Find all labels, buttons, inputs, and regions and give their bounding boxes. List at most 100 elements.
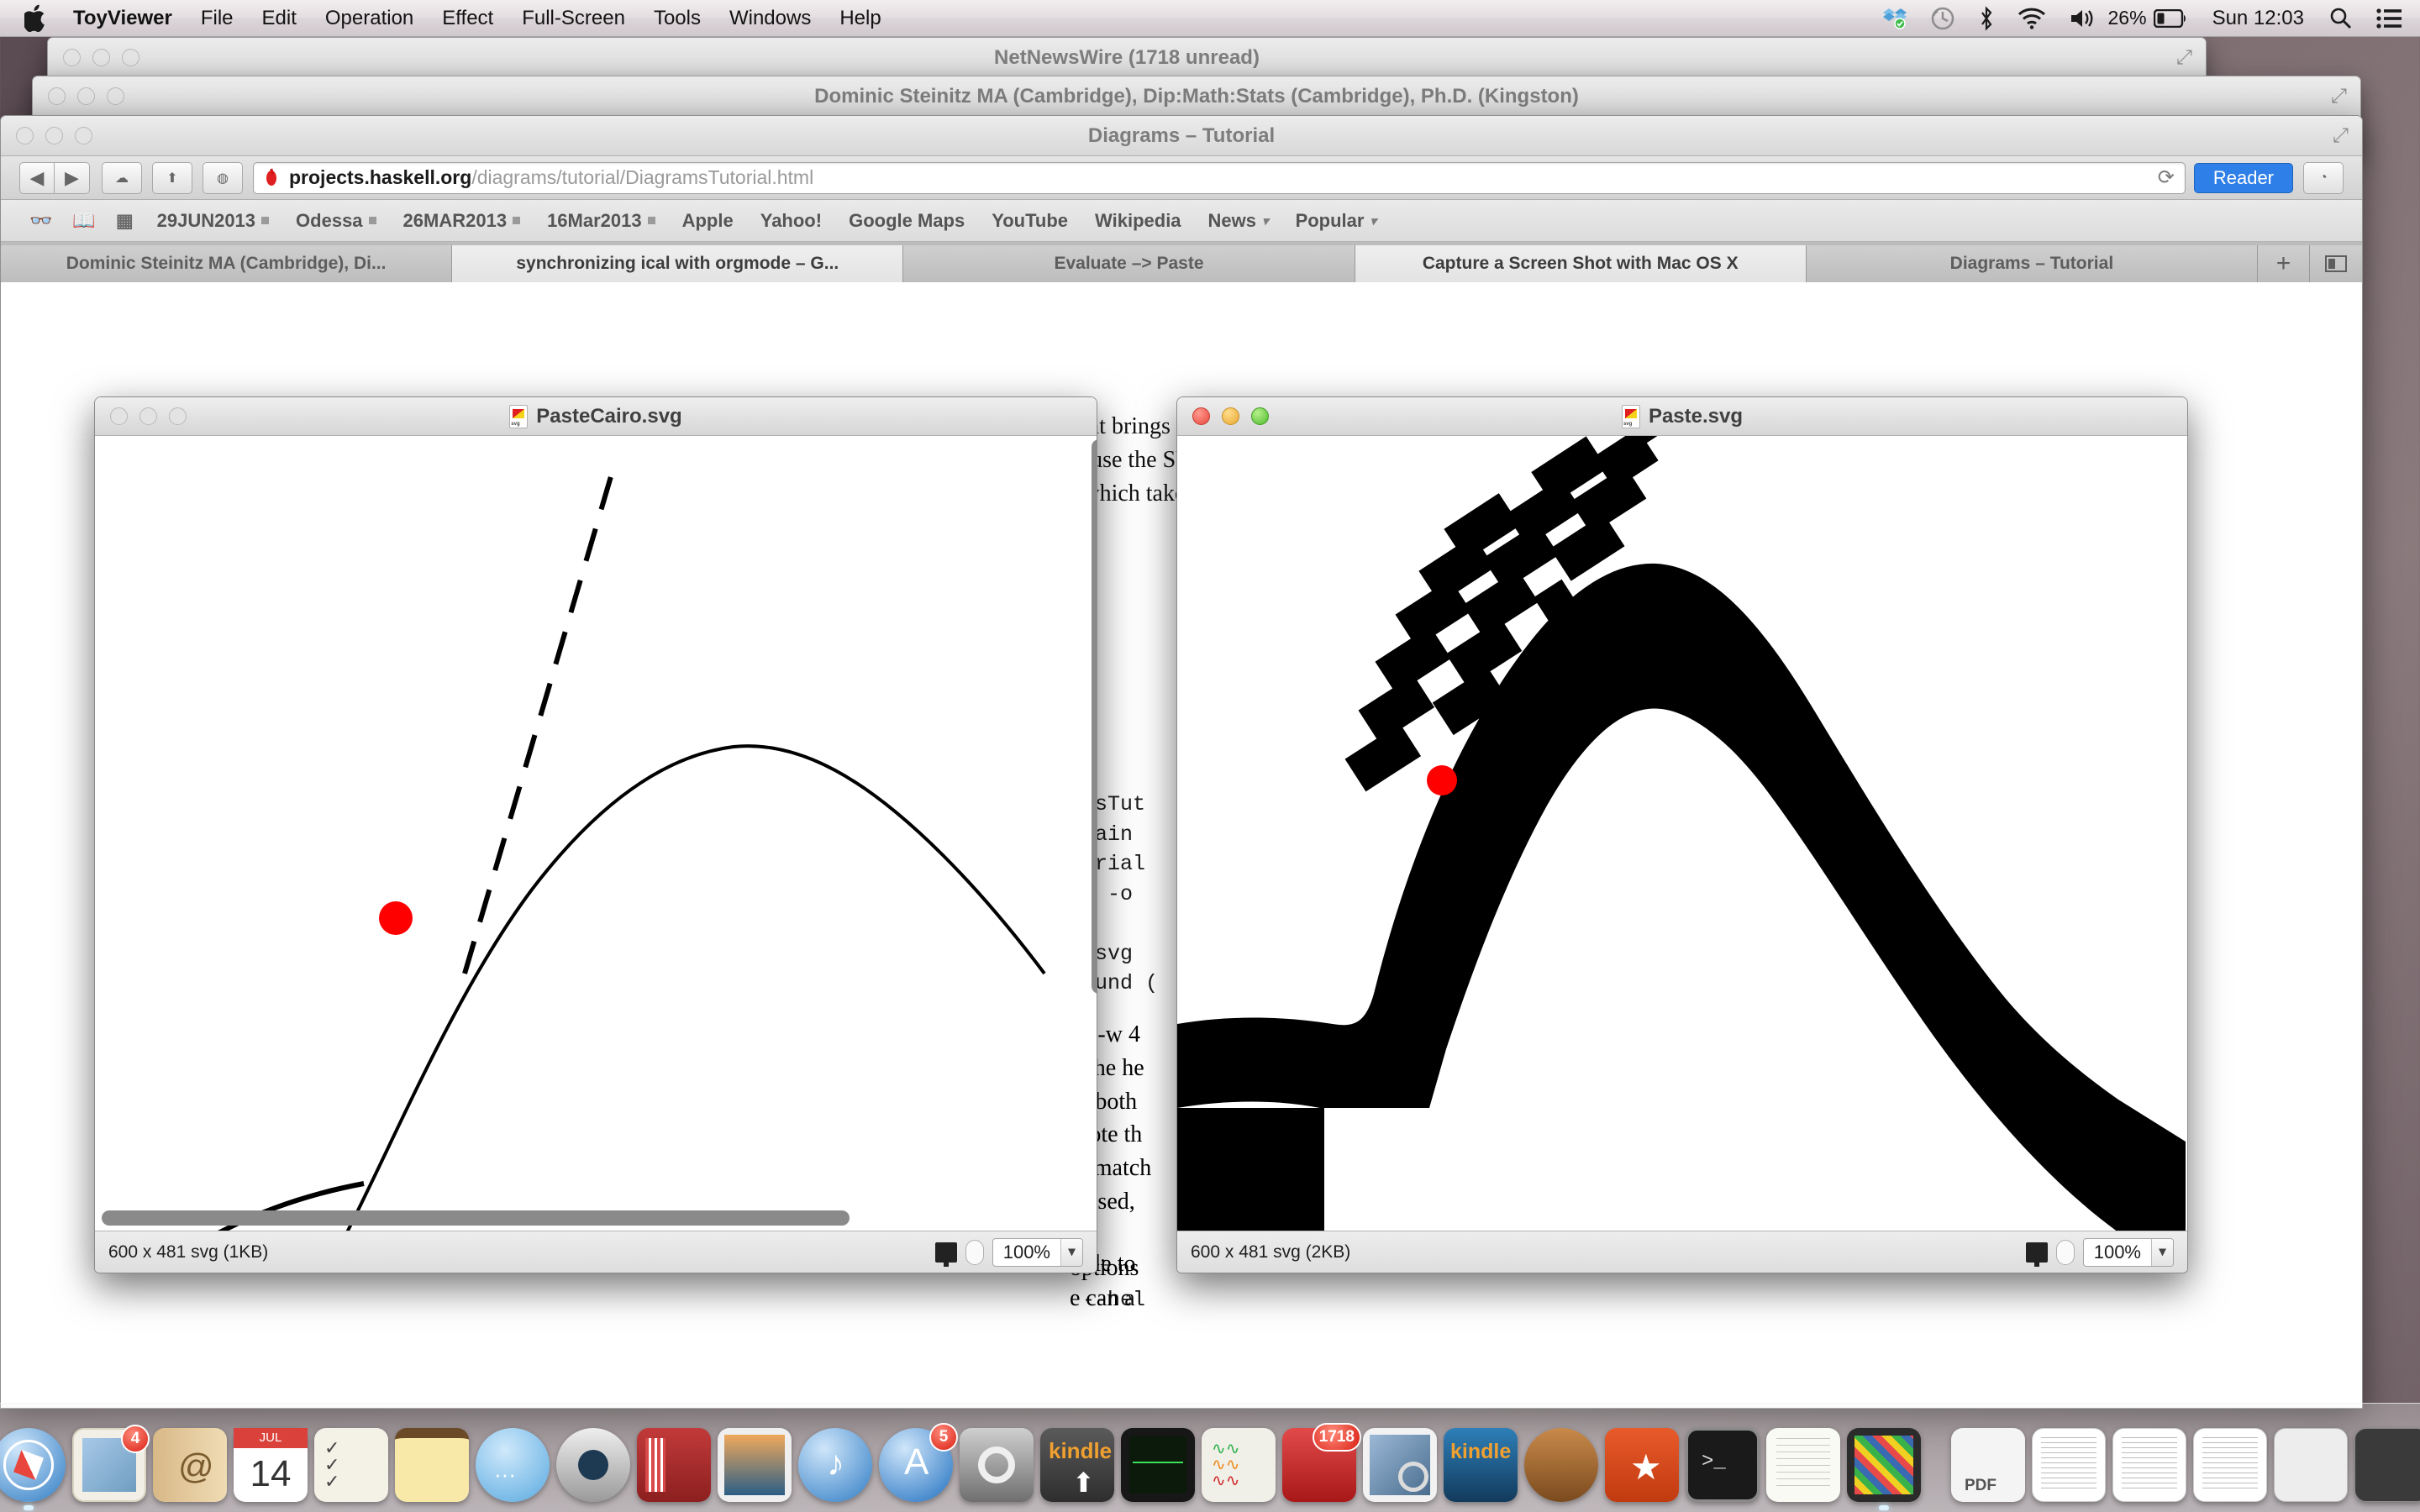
tab-diagrams-tutorial[interactable]: Diagrams – Tutorial: [1806, 245, 2259, 282]
dock[interactable]: 4 @ JUL 14 ✓ ✓ ✓ ··· ♪ A 5 kindle ⬆ ∿∿ ∿∿ ∿∿: [0, 1403, 2420, 1512]
dock-item-appstore[interactable]: A 5: [879, 1423, 958, 1502]
toyviewer-window-paste[interactable]: Paste.svg 600 x 481 svg (2KB): [1176, 396, 2188, 1273]
menu-bar-extras[interactable]: 26% Sun 12:03: [1871, 0, 2420, 37]
spotlight-search-icon[interactable]: [2317, 0, 2365, 37]
bookmark-item[interactable]: Apple: [669, 210, 747, 232]
bookmark-item[interactable]: Odessa: [282, 210, 390, 232]
dock-item-iphoto[interactable]: [718, 1428, 792, 1502]
bookmark-item[interactable]: Wikipedia: [1081, 210, 1195, 232]
dock-item-netnewswire[interactable]: 1718: [1282, 1423, 1361, 1502]
proof-toggle-icon[interactable]: [965, 1239, 984, 1265]
dock-minimized-window-2[interactable]: [2354, 1428, 2420, 1502]
dropbox-icon[interactable]: [1871, 0, 1918, 37]
zoom-controls[interactable]: 100% ▾: [934, 1237, 1083, 1267]
image-canvas-paste[interactable]: [1177, 436, 2187, 1231]
chevron-down-icon[interactable]: ▾: [2151, 1238, 2173, 1266]
dock-item-mail[interactable]: 4: [72, 1425, 150, 1502]
bookmark-item[interactable]: 26MAR2013: [390, 210, 534, 232]
close-button[interactable]: [63, 49, 81, 66]
bookmark-item[interactable]: Google Maps: [835, 210, 978, 232]
menu-full-screen[interactable]: Full-Screen: [508, 0, 639, 37]
bookmarks-book-icon[interactable]: 📖: [62, 210, 105, 232]
minimize-button[interactable]: [45, 127, 63, 144]
dock-item-reminders[interactable]: ✓ ✓ ✓: [314, 1428, 388, 1502]
dock-item-itunes[interactable]: ♪: [798, 1428, 872, 1502]
vertical-scrollbar[interactable]: [1092, 439, 1097, 994]
clock-label[interactable]: Sun 12:03: [2199, 7, 2317, 30]
dock-item-color-waves[interactable]: ∿∿ ∿∿ ∿∿: [1202, 1428, 1276, 1502]
bookmark-item[interactable]: YouTube: [978, 210, 1081, 232]
forward-arrow-icon[interactable]: ▶: [55, 161, 90, 194]
tab-evaluate-paste[interactable]: Evaluate –> Paste: [903, 245, 1355, 282]
minimize-button[interactable]: [92, 49, 110, 66]
zoom-select[interactable]: 100% ▾: [992, 1237, 1083, 1267]
menu-app-name[interactable]: ToyViewer: [59, 0, 187, 37]
titlebar[interactable]: Paste.svg: [1177, 397, 2187, 436]
dock-item-safari[interactable]: [0, 1428, 66, 1510]
dock-item-photobooth[interactable]: [637, 1428, 711, 1502]
proof-toggle-icon[interactable]: [2055, 1239, 2075, 1265]
safari-titlebar[interactable]: Diagrams – Tutorial ⤢: [1, 116, 2362, 156]
dock-item-preview[interactable]: [1363, 1428, 1437, 1502]
close-button[interactable]: [16, 127, 34, 144]
reload-icon[interactable]: ⟳: [2158, 165, 2175, 190]
wifi-icon[interactable]: [2006, 0, 2058, 37]
bookmark-item[interactable]: News ▾: [1195, 210, 1282, 232]
dock-stack-downloads[interactable]: PDF: [1951, 1428, 2025, 1502]
close-button[interactable]: [48, 87, 66, 105]
zoom-button[interactable]: [75, 127, 92, 144]
dock-item-calendar[interactable]: JUL 14: [234, 1428, 308, 1502]
titlebar[interactable]: NetNewsWire (1718 unread) ⤢: [48, 38, 2206, 78]
minimize-button[interactable]: [77, 87, 95, 105]
dock-item-toyviewer[interactable]: [1847, 1428, 1921, 1510]
dock-item-dash[interactable]: [1524, 1428, 1598, 1502]
time-machine-icon[interactable]: [1918, 0, 1967, 37]
window-controls[interactable]: [16, 127, 92, 144]
downloads-icon[interactable]: ◔: [2303, 161, 2344, 194]
menu-operation[interactable]: Operation: [311, 0, 428, 37]
bookmark-item[interactable]: 16Mar2013: [534, 210, 669, 232]
menu-windows[interactable]: Windows: [715, 0, 825, 37]
monitor-icon[interactable]: [2025, 1242, 2048, 1267]
titlebar[interactable]: PasteCairo.svg: [95, 397, 1097, 436]
dock-item-contacts[interactable]: @: [153, 1428, 227, 1502]
toyviewer-window-pastecairo[interactable]: PasteCairo.svg 600 x 481 svg (1KB) 100% …: [94, 396, 1097, 1273]
bookmarks-bar[interactable]: 👓 📖 ▦ 29JUN2013 Odessa 26MAR2013 16Mar20…: [1, 200, 2362, 242]
dock-item-activity-monitor[interactable]: [1121, 1428, 1195, 1502]
top-sites-grid-icon[interactable]: ▦: [106, 210, 144, 232]
bookmark-item[interactable]: 29JUN2013: [144, 210, 282, 232]
window-controls[interactable]: [48, 87, 124, 105]
zoom-select[interactable]: 100% ▾: [2082, 1237, 2174, 1267]
tab-bar[interactable]: Dominic Steinitz MA (Cambridge), Di... s…: [1, 242, 2362, 282]
dock-minimized-window-1[interactable]: [2274, 1428, 2348, 1502]
monitor-icon[interactable]: [934, 1242, 957, 1267]
menu-help[interactable]: Help: [825, 0, 895, 37]
dock-item-system-preferences[interactable]: [960, 1428, 1034, 1502]
chevron-down-icon[interactable]: ▾: [1060, 1238, 1082, 1266]
volume-icon[interactable]: [2058, 0, 2108, 37]
menu-tools[interactable]: Tools: [639, 0, 715, 37]
bookmark-item[interactable]: Popular ▾: [1282, 210, 1390, 232]
dock-item-kindle-update[interactable]: kindle ⬆: [1040, 1428, 1114, 1502]
bookmark-item[interactable]: Yahoo!: [747, 210, 835, 232]
share-icon[interactable]: ⬆: [152, 161, 192, 194]
reader-button[interactable]: Reader: [2193, 162, 2293, 193]
new-tab-button[interactable]: +: [2258, 245, 2311, 282]
dock-item-vlc[interactable]: ★: [1605, 1428, 1679, 1502]
notification-center-icon[interactable]: [2365, 0, 2402, 37]
dock-stack-document-3[interactable]: [2193, 1428, 2267, 1502]
tab-synchronizing-ical[interactable]: synchronizing ical with orgmode – G...: [452, 245, 904, 282]
battery-icon[interactable]: [2153, 0, 2199, 37]
dock-item-notes[interactable]: [395, 1428, 469, 1502]
back-arrow-icon[interactable]: ◀: [19, 161, 55, 194]
dock-item-messages[interactable]: ···: [476, 1428, 550, 1502]
tab-overview-icon[interactable]: [2310, 245, 2362, 282]
nav-buttons[interactable]: ◀ ▶: [19, 161, 90, 194]
tab-capture-screenshot[interactable]: Capture a Screen Shot with Mac OS X: [1355, 245, 1807, 282]
fullscreen-icon[interactable]: ⤢: [2333, 124, 2349, 148]
bluetooth-icon[interactable]: [1967, 0, 2006, 37]
tab-dominic-steinitz[interactable]: Dominic Steinitz MA (Cambridge), Di...: [1, 245, 453, 282]
titlebar[interactable]: Dominic Steinitz MA (Cambridge), Dip:Mat…: [33, 76, 2360, 117]
horizontal-scrollbar[interactable]: [102, 1210, 850, 1226]
dock-stack-document-2[interactable]: [2112, 1428, 2186, 1502]
